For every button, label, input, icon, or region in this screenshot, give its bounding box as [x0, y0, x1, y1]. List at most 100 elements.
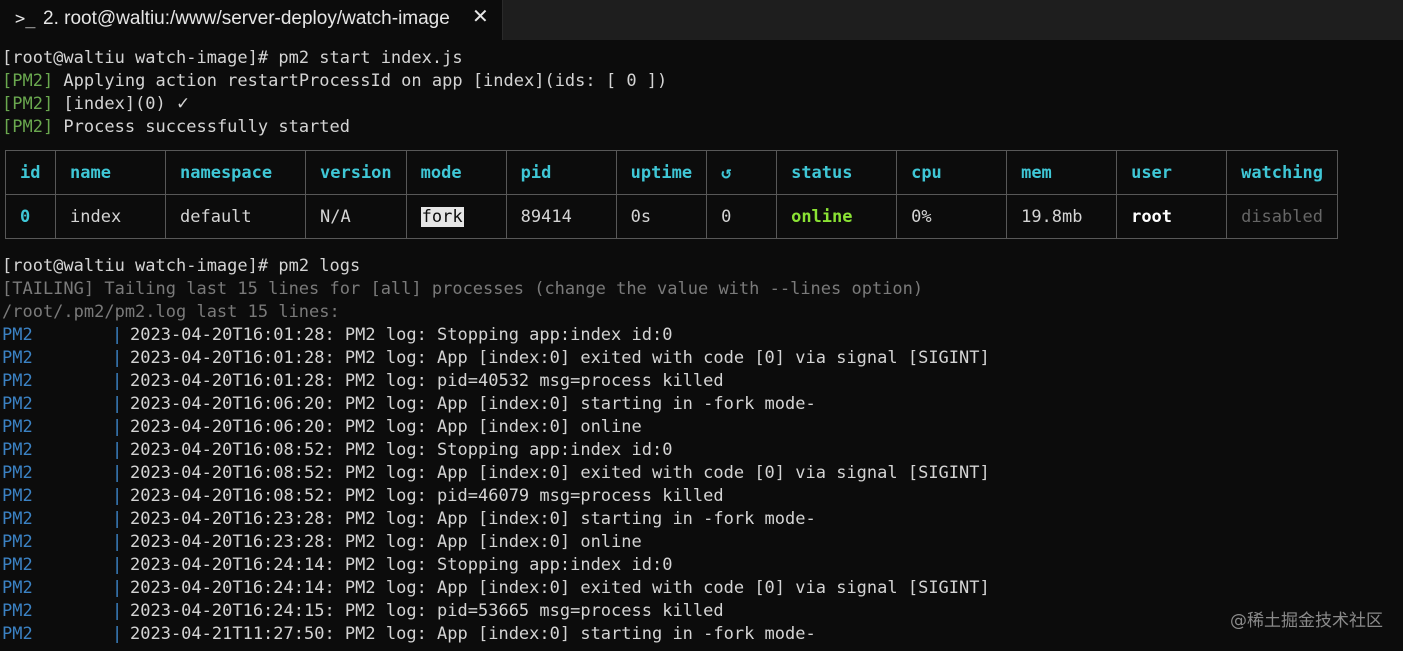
pm2-output-line: [PM2] Applying action restartProcessId o… — [2, 70, 667, 93]
log-message: 2023-04-20T16:06:20: PM2 log: App [index… — [130, 417, 642, 437]
log-separator: | — [112, 509, 123, 529]
log-message: 2023-04-20T16:23:28: PM2 log: App [index… — [130, 532, 642, 552]
cell-cpu: 0% — [896, 194, 1008, 239]
cell-restarts: 0 — [706, 194, 778, 239]
terminal-tab[interactable]: >_ 2. root@waltiu:/www/server-deploy/wat… — [0, 0, 503, 40]
log-line: PM2 | 2023-04-20T16:01:28: PM2 log: Stoppi… — [0, 324, 1403, 347]
log-separator: | — [112, 325, 123, 345]
log-line: PM2 | 2023-04-20T16:08:52: PM2 log: App [i… — [0, 462, 1403, 485]
shell-prompt: [root@waltiu watch-image]# — [2, 48, 279, 68]
cell-user: root — [1116, 194, 1228, 239]
log-separator: | — [112, 440, 123, 460]
log-separator: | — [112, 532, 123, 552]
log-line: PM2 | 2023-04-20T16:06:20: PM2 log: App [i… — [0, 416, 1403, 439]
output-text: [index](0) — [53, 94, 177, 114]
log-message: 2023-04-20T16:24:14: PM2 log: Stopping a… — [130, 555, 673, 575]
log-source: PM2 — [2, 532, 33, 552]
column-header: mem — [1006, 150, 1118, 195]
column-header: uptime — [615, 150, 708, 195]
log-line: PM2 | 2023-04-21T11:27:50: PM2 log: App [i… — [0, 623, 1403, 646]
command-text: pm2 logs — [278, 256, 361, 276]
watching-value: disabled — [1241, 206, 1323, 227]
log-message: 2023-04-20T16:01:28: PM2 log: App [index… — [130, 348, 990, 368]
log-message: 2023-04-20T16:08:52: PM2 log: App [index… — [130, 463, 990, 483]
log-line: PM2 | 2023-04-20T16:01:28: PM2 log: App [i… — [0, 347, 1403, 370]
log-source: PM2 — [2, 578, 33, 598]
cell-uptime: 0s — [615, 194, 708, 239]
log-line: PM2 | 2023-04-20T16:24:15: PM2 log: pid=53… — [0, 600, 1403, 623]
column-header: mode — [405, 150, 507, 195]
log-separator: | — [112, 578, 123, 598]
log-separator: | — [112, 601, 123, 621]
log-source: PM2 — [2, 325, 33, 345]
log-line: PM2 | 2023-04-20T16:06:20: PM2 log: App [i… — [0, 393, 1403, 416]
tab-bar: >_ 2. root@waltiu:/www/server-deploy/wat… — [0, 0, 1403, 40]
log-message: 2023-04-20T16:06:20: PM2 log: App [index… — [130, 394, 816, 414]
output-text: Process successfully started — [53, 117, 350, 137]
log-line: PM2 | 2023-04-20T16:24:14: PM2 log: App [i… — [0, 577, 1403, 600]
log-source: PM2 — [2, 624, 33, 644]
column-header: version — [305, 150, 407, 195]
log-message: 2023-04-20T16:24:15: PM2 log: pid=53665 … — [130, 601, 724, 621]
log-separator: | — [112, 486, 123, 506]
column-header: pid — [505, 150, 617, 195]
log-source: PM2 — [2, 601, 33, 621]
cell-pid: 89414 — [505, 194, 617, 239]
command-line: [root@waltiu watch-image]# pm2 start ind… — [2, 47, 463, 70]
column-header: user — [1116, 150, 1228, 195]
command-line: [root@waltiu watch-image]# pm2 logs — [2, 255, 360, 278]
pm2-tag: [PM2] — [2, 94, 54, 114]
log-message: 2023-04-20T16:08:52: PM2 log: Stopping a… — [130, 440, 673, 460]
cell-status: online — [776, 194, 898, 239]
process-id: 0 — [20, 206, 31, 227]
terminal-icon: >_ — [15, 9, 36, 29]
column-header: status — [776, 150, 898, 195]
cell-mem: 19.8mb — [1006, 194, 1118, 239]
cell-id: 0 — [5, 194, 56, 239]
log-line: PM2 | 2023-04-20T16:24:14: PM2 log: Stoppi… — [0, 554, 1403, 577]
pm2-tag: [PM2] — [2, 71, 54, 91]
output-text: Applying action restartProcessId on app … — [53, 71, 668, 91]
log-separator: | — [112, 394, 123, 414]
log-message: 2023-04-20T16:23:28: PM2 log: App [index… — [130, 509, 816, 529]
log-source: PM2 — [2, 348, 33, 368]
log-line: PM2 | 2023-04-20T16:23:28: PM2 log: App [i… — [0, 508, 1403, 531]
log-line: PM2 | 2023-04-20T16:23:28: PM2 log: App [i… — [0, 531, 1403, 554]
log-message: 2023-04-20T16:01:28: PM2 log: pid=40532 … — [130, 371, 724, 391]
column-header: id — [5, 150, 56, 195]
cell-version: N/A — [305, 194, 407, 239]
log-source: PM2 — [2, 371, 33, 391]
column-header: namespace — [165, 150, 306, 195]
tailing-notice: [TAILING] Tailing last 15 lines for [all… — [2, 279, 924, 299]
close-icon[interactable]: ✕ — [472, 4, 489, 29]
log-line: PM2 | 2023-04-20T16:01:28: PM2 log: pid=40… — [0, 370, 1403, 393]
log-source: PM2 — [2, 486, 33, 506]
log-source: PM2 — [2, 417, 33, 437]
log-separator: | — [112, 348, 123, 368]
shell-prompt: [root@waltiu watch-image]# — [2, 256, 279, 276]
check-icon: ✓ — [176, 94, 191, 114]
log-source: PM2 — [2, 394, 33, 414]
log-source: PM2 — [2, 555, 33, 575]
log-separator: | — [112, 371, 123, 391]
log-source: PM2 — [2, 440, 33, 460]
pm2-output-line: [PM2] Process successfully started — [2, 116, 350, 139]
log-line: PM2 | 2023-04-20T16:08:52: PM2 log: pid=46… — [0, 485, 1403, 508]
log-separator: | — [112, 555, 123, 575]
log-message: 2023-04-20T16:01:28: PM2 log: Stopping a… — [130, 325, 673, 345]
column-header: cpu — [896, 150, 1008, 195]
log-line: PM2 | 2023-04-20T16:08:52: PM2 log: Stoppi… — [0, 439, 1403, 462]
table-header-row: id name namespace version mode pid uptim… — [5, 150, 1338, 195]
process-table: id name namespace version mode pid uptim… — [5, 150, 1338, 239]
mode-value: fork — [420, 206, 464, 227]
log-source: PM2 — [2, 463, 33, 483]
log-separator: | — [112, 624, 123, 644]
watermark: @稀土掘金技术社区 — [1230, 611, 1383, 631]
cell-name: index — [55, 194, 166, 239]
command-text: pm2 start index.js — [278, 48, 463, 68]
user-value: root — [1131, 206, 1173, 227]
log-message: 2023-04-20T16:08:52: PM2 log: pid=46079 … — [130, 486, 724, 506]
terminal-output[interactable]: [root@waltiu watch-image]# pm2 start ind… — [0, 40, 1403, 651]
log-path: /root/.pm2/pm2.log last 15 lines: — [2, 302, 340, 322]
cell-watching: disabled — [1226, 194, 1338, 239]
